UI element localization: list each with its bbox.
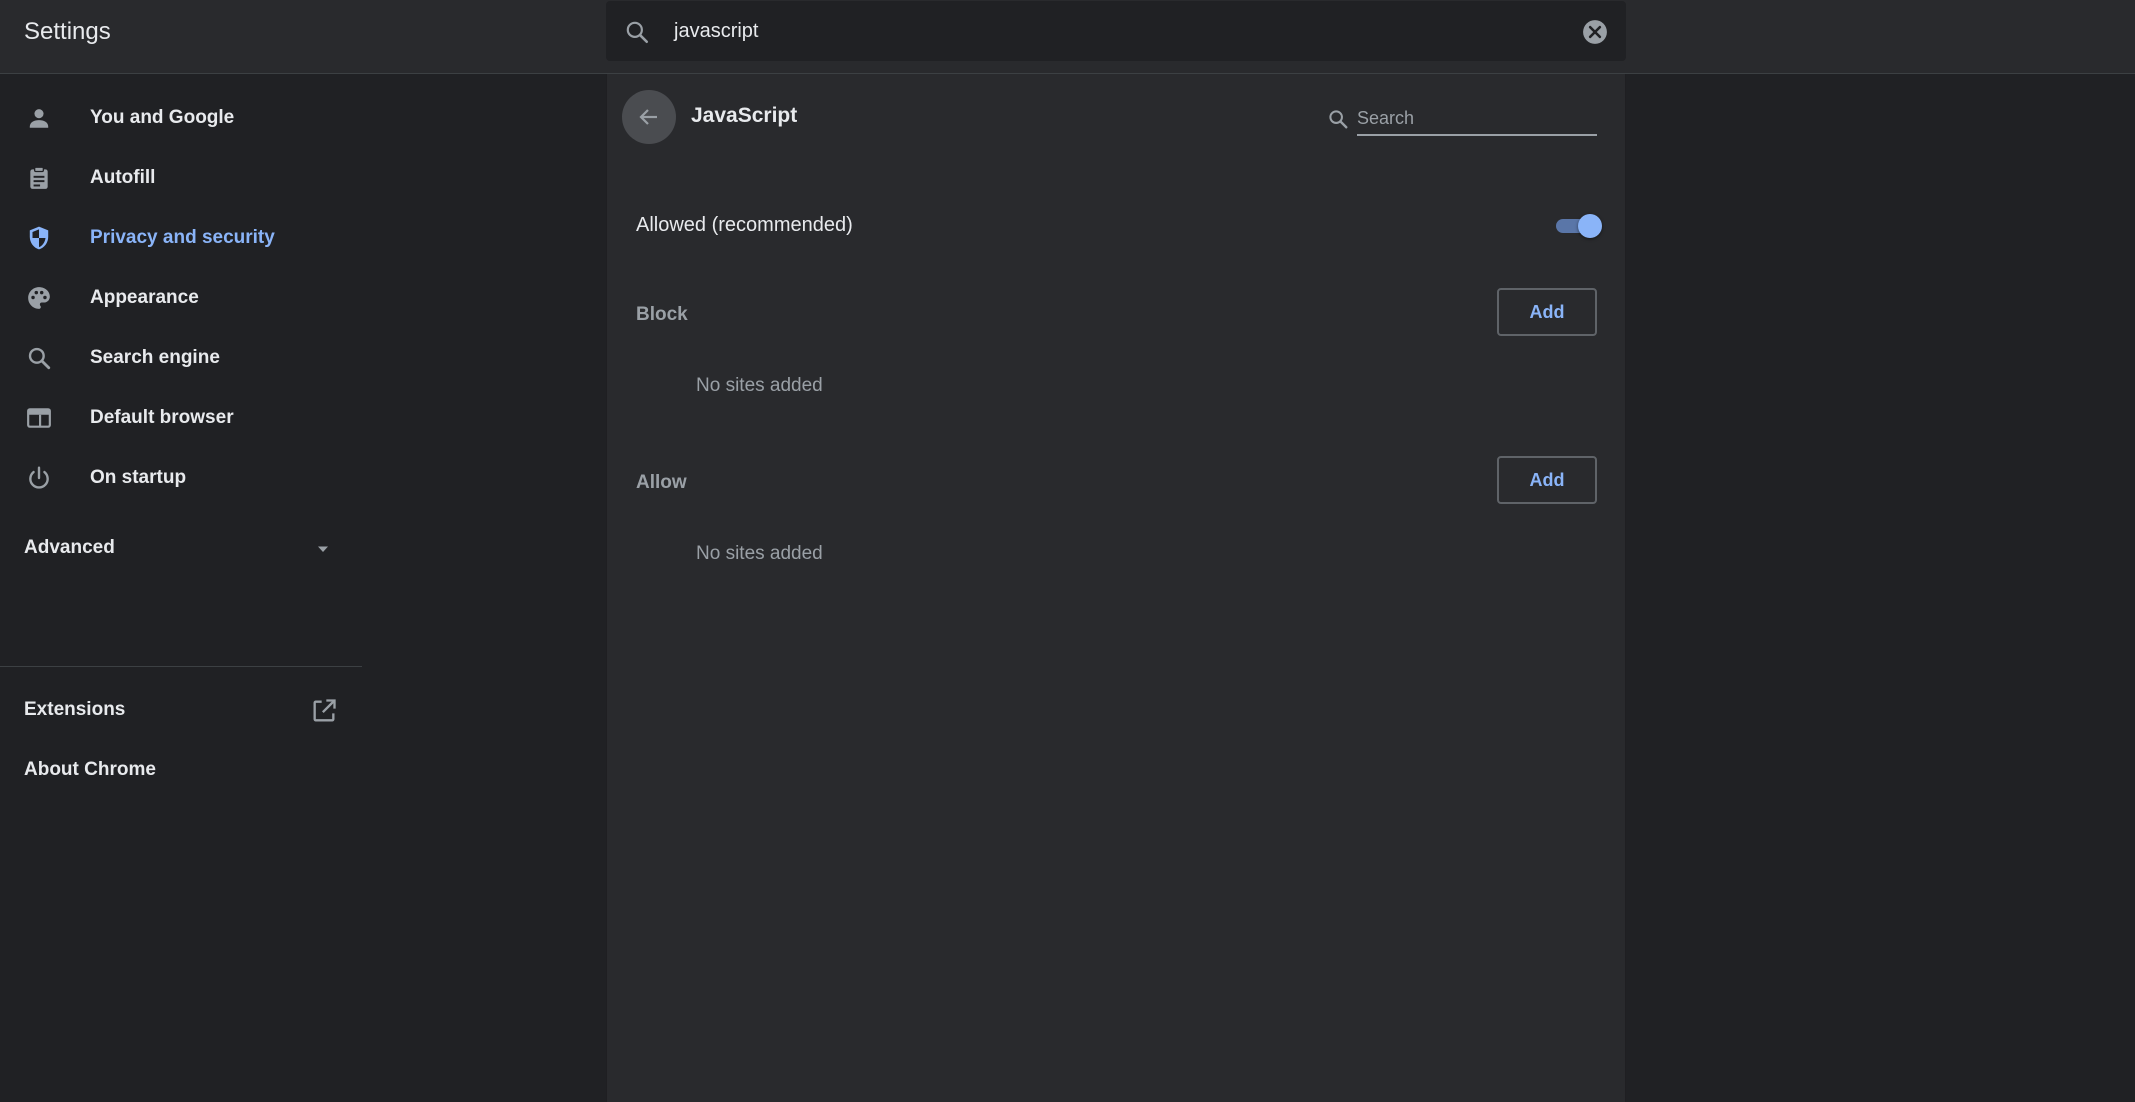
block-section-label: Block	[636, 304, 688, 325]
sidebar-item-appearance[interactable]: Appearance	[0, 270, 362, 326]
block-add-button[interactable]: Add	[1497, 288, 1597, 336]
search-icon	[626, 21, 649, 44]
block-empty-text: No sites added	[696, 375, 823, 396]
allowed-label: Allowed (recommended)	[636, 214, 853, 236]
page-title: JavaScript	[691, 104, 798, 127]
sidebar-item-label: Appearance	[90, 287, 199, 308]
sidebar-item-on-startup[interactable]: On startup	[0, 450, 362, 506]
close-circle-icon[interactable]	[1582, 19, 1608, 45]
allow-section-label: Allow	[636, 472, 687, 493]
sidebar-item-you-and-google[interactable]: You and Google	[0, 90, 362, 146]
sidebar-advanced-toggle[interactable]: Advanced	[0, 525, 362, 573]
javascript-settings-card: JavaScript Allowed (recommended) Block A…	[606, 74, 1626, 1102]
sidebar-item-extensions[interactable]: Extensions	[0, 687, 362, 735]
shield-icon	[24, 223, 54, 253]
app-title: Settings	[24, 18, 111, 45]
sidebar-item-default-browser[interactable]: Default browser	[0, 390, 362, 446]
sidebar-item-autofill[interactable]: Autofill	[0, 150, 362, 206]
open-in-new-icon	[313, 699, 336, 722]
settings-search-box[interactable]: javascript	[606, 1, 1626, 61]
arrow-back-icon	[639, 109, 657, 125]
clipboard-icon	[24, 163, 54, 193]
person-icon	[24, 103, 54, 133]
sidebar-item-label: You and Google	[90, 107, 235, 128]
subpage-search-input[interactable]	[1357, 102, 1597, 136]
sidebar-item-label: Autofill	[90, 167, 156, 188]
sidebar-item-about-chrome[interactable]: About Chrome	[0, 747, 362, 795]
chevron-down-icon	[318, 546, 328, 552]
sidebar-item-label: Privacy and security	[90, 227, 275, 248]
advanced-label: Advanced	[24, 537, 115, 558]
sidebar-item-search-engine[interactable]: Search engine	[0, 330, 362, 386]
power-icon	[24, 463, 54, 493]
extensions-label: Extensions	[24, 699, 126, 720]
about-chrome-label: About Chrome	[24, 759, 156, 780]
sidebar-item-privacy-and-security[interactable]: Privacy and security	[0, 210, 362, 266]
allow-empty-text: No sites added	[696, 543, 823, 564]
sidebar: You and Google Autofill Privacy and secu…	[0, 74, 362, 1102]
settings-search-input[interactable]: javascript	[674, 20, 758, 43]
allow-add-button[interactable]: Add	[1497, 456, 1597, 504]
sidebar-item-label: On startup	[90, 467, 187, 488]
palette-icon	[24, 283, 54, 313]
search-icon	[1329, 110, 1348, 129]
sidebar-divider	[0, 666, 362, 667]
browser-window-icon	[24, 403, 54, 433]
subpage-search	[1327, 102, 1603, 138]
allowed-setting-row: Allowed (recommended)	[636, 206, 1602, 246]
sidebar-item-label: Search engine	[90, 347, 220, 368]
back-button[interactable]	[622, 90, 676, 144]
search-icon	[24, 343, 54, 373]
top-bar: Settings javascript	[0, 0, 2135, 74]
sidebar-item-label: Default browser	[90, 407, 234, 428]
allowed-toggle[interactable]	[1554, 214, 1602, 238]
toggle-knob	[1578, 214, 1602, 238]
